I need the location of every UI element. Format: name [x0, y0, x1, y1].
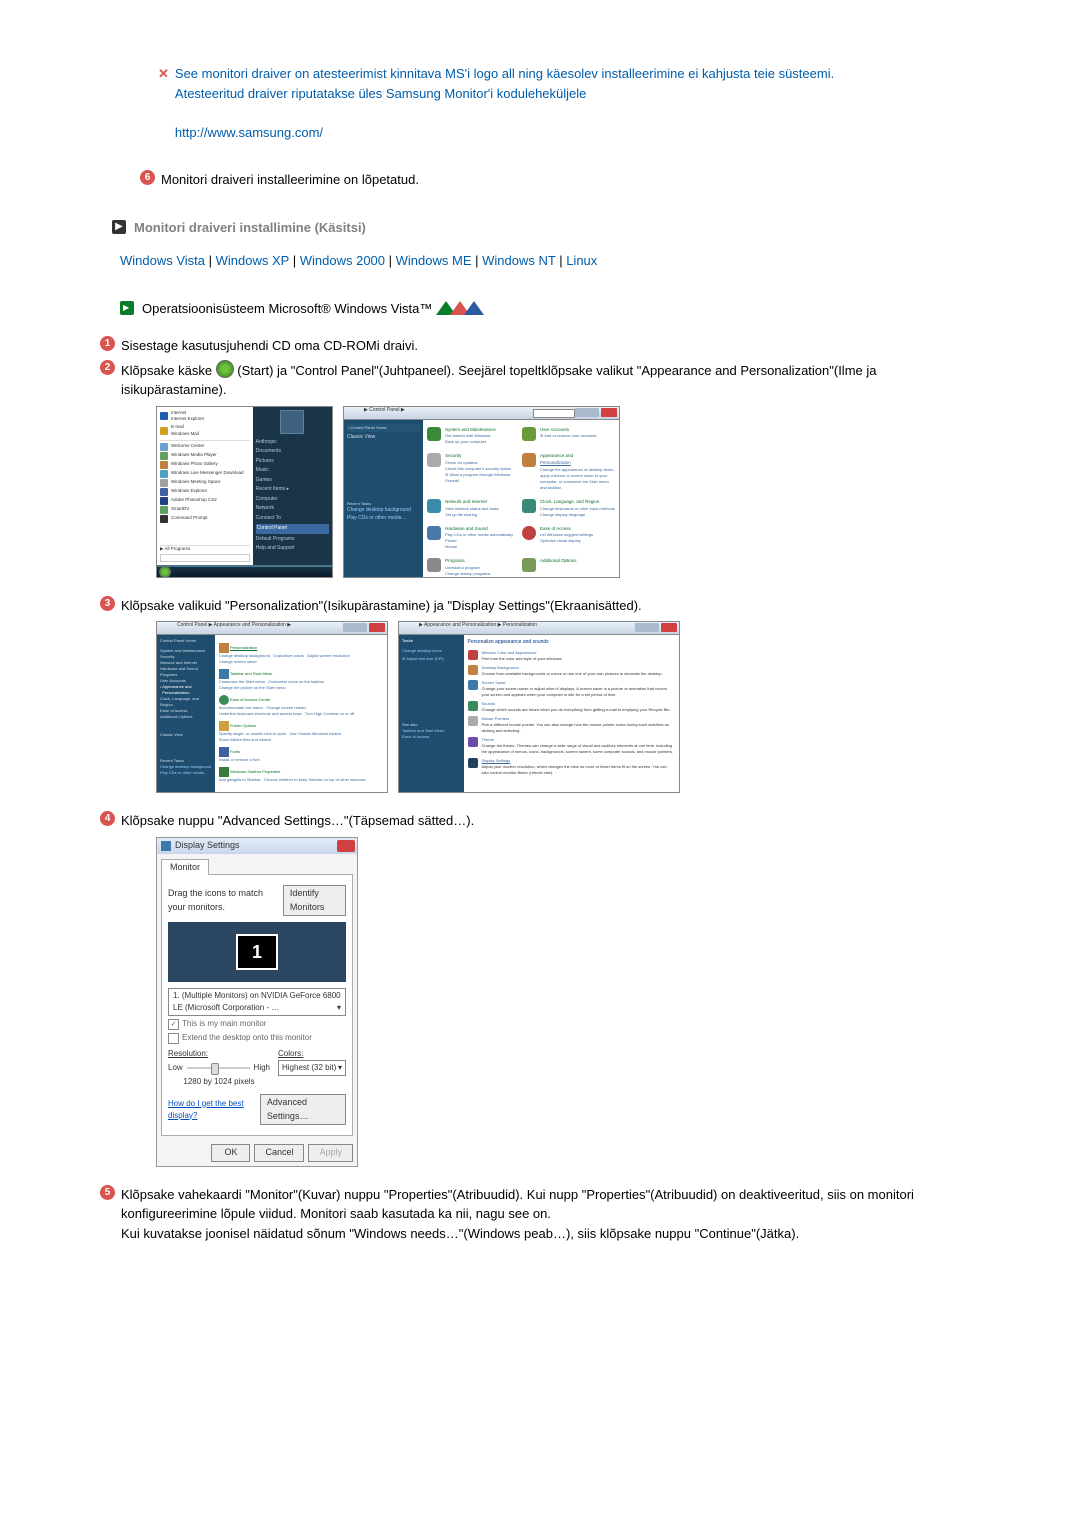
bullet-4-icon: 4	[100, 811, 115, 826]
step-1-row: 1 Sisestage kasutusjuhendi CD oma CD-ROM…	[100, 336, 940, 356]
bullet-5-icon: 5	[100, 1185, 115, 1200]
bullet-6-icon: 6	[140, 170, 155, 185]
display-settings-dialog: Display Settings Monitor Drag the icons …	[156, 837, 358, 1167]
bullet-1-icon: 1	[100, 336, 115, 351]
colors-value: Highest (32 bit)	[282, 1062, 336, 1074]
screenshot-row-1: InternetInternet Explorer E-mailWindows …	[156, 406, 940, 578]
step-4-text: Klõpsake nuppu "Advanced Settings…"(Täps…	[121, 811, 940, 831]
colors-dropdown[interactable]: Highest (32 bit)▾	[278, 1060, 346, 1076]
step-2-text-a: Klõpsake käske	[121, 363, 216, 378]
drag-text: Drag the icons to match your monitors.	[168, 887, 283, 914]
link-linux[interactable]: Linux	[566, 253, 597, 268]
ok-button[interactable]: OK	[211, 1144, 250, 1162]
intro-line-1: See monitori draiver on atesteerimist ki…	[175, 66, 834, 81]
link-xp[interactable]: Windows XP	[216, 253, 289, 268]
chk1-label: This is my main monitor	[182, 1018, 266, 1030]
link-2000[interactable]: Windows 2000	[300, 253, 385, 268]
step-5-row: 5 Klõpsake vahekaardi "Monitor"(Kuvar) n…	[100, 1185, 940, 1244]
link-nt[interactable]: Windows NT	[482, 253, 555, 268]
resolution-label: Resolution:	[168, 1048, 270, 1060]
personalization-mock: ▶ Appearance and Personalization ▶ Perso…	[398, 621, 680, 793]
link-vista[interactable]: Windows Vista	[120, 253, 205, 268]
resolution-slider[interactable]: Low High	[168, 1062, 270, 1074]
dialog-close-icon[interactable]	[337, 840, 355, 852]
device-dropdown[interactable]: 1. (Multiple Monitors) on NVIDIA GeForce…	[168, 988, 346, 1016]
x-icon: ✕	[158, 64, 169, 84]
step-4-row: 4 Klõpsake nuppu "Advanced Settings…"(Tä…	[100, 811, 940, 831]
manual-heading: Monitori draiveri installimine (Käsitsi)	[134, 218, 366, 238]
os-links-row: Windows Vista | Windows XP | Windows 200…	[120, 251, 940, 271]
step-6-text: Monitori draiveri installeerimine on lõp…	[161, 170, 940, 190]
slider-low: Low	[168, 1062, 183, 1074]
step-2-row: 2 Klõpsake käske (Start) ja "Control Pan…	[100, 360, 940, 400]
monitor-1-icon[interactable]: 1	[236, 934, 278, 970]
step-6-row: 6 Monitori draiveri installeerimine on l…	[140, 170, 940, 190]
apply-button[interactable]: Apply	[308, 1144, 353, 1162]
appearance-mock: Control Panel ▶ Appearance and Personali…	[156, 621, 388, 793]
cancel-button[interactable]: Cancel	[254, 1144, 304, 1162]
step-5-text-a: Klõpsake vahekaardi "Monitor"(Kuvar) nup…	[121, 1187, 914, 1222]
identify-monitors-button[interactable]: Identify Monitors	[283, 885, 346, 916]
screenshot-row-2: Control Panel ▶ Appearance and Personali…	[156, 621, 940, 793]
samsung-url[interactable]: http://www.samsung.com/	[175, 125, 323, 140]
help-link[interactable]: How do I get the best display?	[168, 1098, 260, 1122]
arrow-icon: ▶	[112, 220, 126, 234]
slider-high: High	[254, 1062, 270, 1074]
flag-blue-icon	[464, 301, 484, 315]
step-5-text-b: Kui kuvatakse joonisel näidatud sõnum "W…	[121, 1226, 799, 1241]
monitor-preview-box: 1	[168, 922, 346, 982]
chk2-label: Extend the desktop onto this monitor	[182, 1032, 312, 1044]
dialog-title-bar: Display Settings	[157, 838, 357, 854]
os-label: Operatsioonisüsteem Microsoft® Windows V…	[142, 299, 432, 319]
step-3-text: Klõpsake valikuid "Personalization"(Isik…	[121, 596, 940, 616]
control-panel-mock: ▶ Control Panel ▶ • Control Panel Home C…	[343, 406, 620, 578]
dialog-tab-monitor[interactable]: Monitor	[161, 859, 209, 876]
step-2-text-b: (Start) ja "Control Panel"(Juhtpaneel). …	[121, 363, 877, 398]
resolution-value: 1280 by 1024 pixels	[168, 1076, 270, 1088]
os-row: Operatsioonisüsteem Microsoft® Windows V…	[120, 299, 940, 319]
link-me[interactable]: Windows ME	[396, 253, 472, 268]
bullet-2-icon: 2	[100, 360, 115, 375]
start-menu-mock: InternetInternet Explorer E-mailWindows …	[156, 406, 333, 578]
dialog-icon	[161, 841, 171, 851]
bullet-3-icon: 3	[100, 596, 115, 611]
device-value: 1. (Multiple Monitors) on NVIDIA GeForce…	[173, 991, 341, 1012]
colors-label: Colors:	[278, 1048, 346, 1060]
start-orb-icon	[216, 360, 234, 378]
play-icon	[120, 301, 134, 315]
checkbox-extend[interactable]	[168, 1033, 179, 1044]
intro-line-2: Atesteeritud draiver riputatakse üles Sa…	[175, 86, 586, 101]
dialog-title: Display Settings	[175, 839, 240, 853]
manual-heading-row: ▶ Monitori draiveri installimine (Käsits…	[112, 218, 940, 238]
advanced-settings-button[interactable]: Advanced Settings…	[260, 1094, 346, 1125]
step-1-text: Sisestage kasutusjuhendi CD oma CD-ROMi …	[121, 336, 940, 356]
checkbox-main[interactable]: ✓	[168, 1019, 179, 1030]
intro-block: ✕ See monitori draiver on atesteerimist …	[158, 64, 940, 142]
step-3-row: 3 Klõpsake valikuid "Personalization"(Is…	[100, 596, 940, 616]
